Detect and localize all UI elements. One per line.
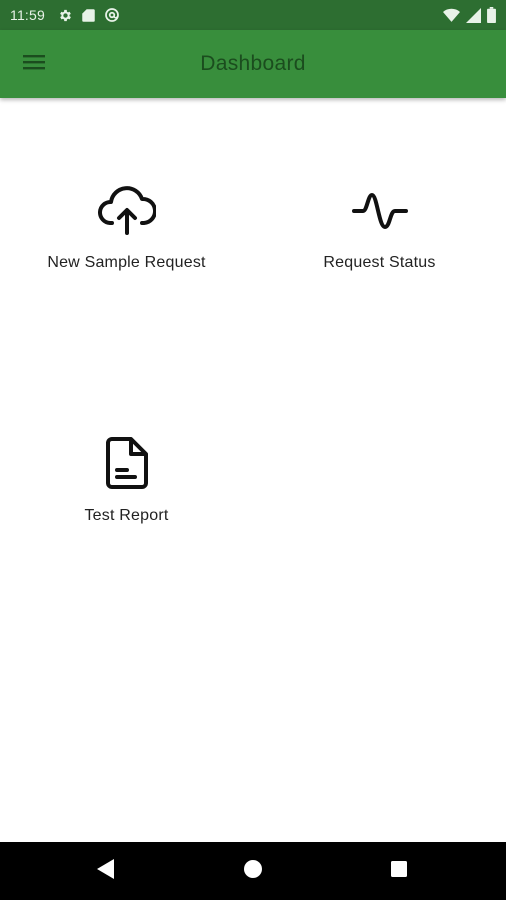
tile-label: New Sample Request [47,254,206,271]
home-icon [243,859,263,884]
tile-label: Test Report [84,507,169,524]
battery-icon [487,7,496,23]
status-left: 11:59 [10,7,120,23]
status-time: 11:59 [10,7,45,23]
status-right [443,7,496,23]
system-nav-bar [0,842,506,900]
recents-icon [390,860,408,883]
page-title: Dashboard [200,52,306,75]
at-sign-icon [104,7,120,23]
menu-button[interactable] [14,44,54,84]
tile-label: Request Status [323,254,436,271]
tile-request-status[interactable]: Request Status [253,180,506,330]
app-bar: Dashboard [0,30,506,98]
recents-button[interactable] [379,851,419,891]
cloud-upload-icon [97,180,157,240]
gear-icon [58,8,73,23]
cell-signal-icon [466,7,481,23]
hamburger-menu-icon [22,52,46,77]
tile-new-sample-request[interactable]: New Sample Request [0,180,253,330]
tile-test-report[interactable]: Test Report [0,433,253,583]
back-button[interactable] [86,851,126,891]
screen: 11:59 Dashboard New Sample Request Reque… [0,0,506,900]
wifi-icon [443,8,460,23]
activity-icon [350,180,410,240]
status-bar: 11:59 [0,0,506,30]
sd-card-icon [82,8,95,23]
home-button[interactable] [233,851,273,891]
document-icon [97,433,157,493]
back-icon [96,858,116,885]
